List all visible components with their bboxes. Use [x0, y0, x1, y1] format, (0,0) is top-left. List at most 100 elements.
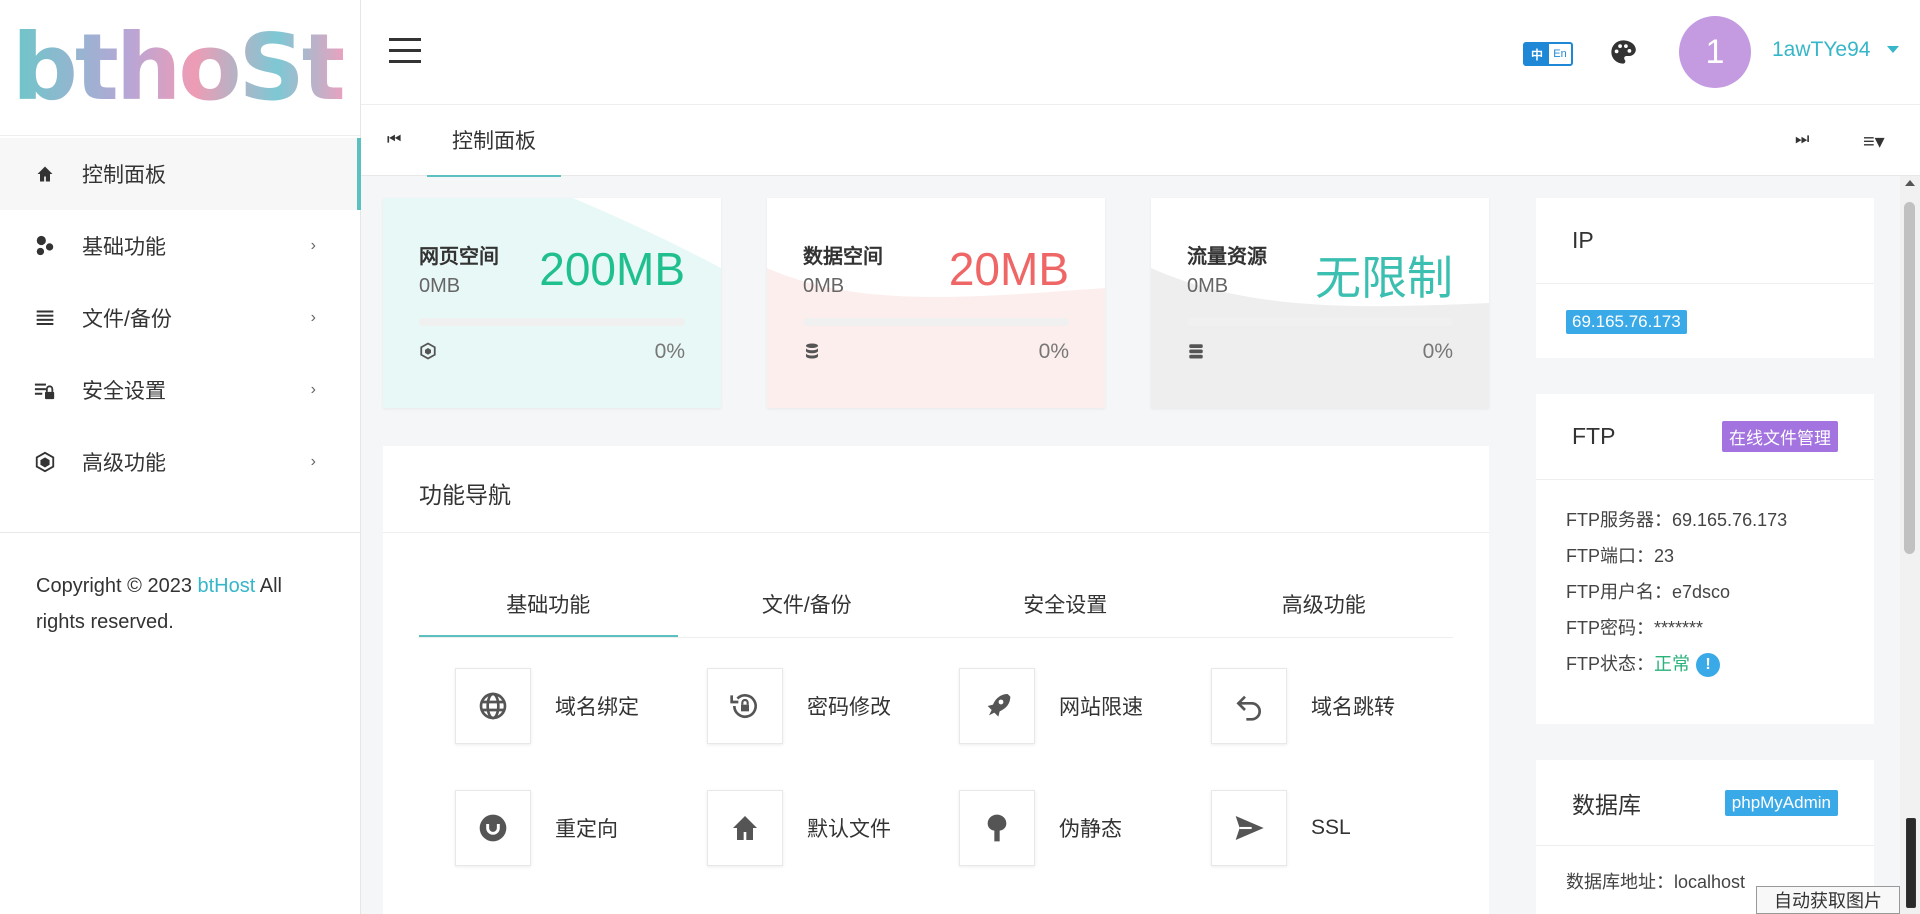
progress-bar	[803, 318, 1069, 326]
lock-reset-icon	[707, 668, 783, 744]
ftp-info: FTP服务器：69.165.76.173 FTP端口：23 FTP用户名：e7d…	[1536, 480, 1874, 704]
sidebar-item-files[interactable]: 文件/备份 ›	[0, 282, 360, 354]
feature-domain-redirect[interactable]: 域名跳转	[1211, 668, 1441, 744]
list-icon	[32, 305, 58, 331]
stat-title: 数据空间	[803, 246, 883, 268]
feature-label: SSL	[1311, 816, 1351, 839]
sidebar-divider	[0, 532, 360, 533]
tree-icon	[959, 790, 1035, 866]
card-title: IP	[1572, 227, 1594, 253]
panel-title: 功能导航	[419, 482, 511, 508]
username[interactable]: 1awTYe94	[1772, 38, 1870, 62]
feature-label: 密码修改	[807, 696, 891, 719]
logo[interactable]: bthoSt	[0, 0, 360, 136]
scroll-up-icon[interactable]	[1905, 180, 1915, 186]
db-addr-label: 数据库地址：	[1566, 872, 1674, 892]
undo-icon	[1211, 668, 1287, 744]
scroll-thumb[interactable]	[1904, 202, 1915, 554]
auto-fetch-image-button[interactable]: 自动获取图片	[1756, 886, 1900, 914]
phpmyadmin-button[interactable]: phpMyAdmin	[1724, 789, 1838, 816]
sidebar-item-security[interactable]: 安全设置 ›	[0, 354, 360, 426]
scrollbar[interactable]	[1900, 176, 1920, 914]
home-icon	[707, 790, 783, 866]
tab-menu-icon[interactable]: ≡▾	[1863, 129, 1885, 154]
feature-domain-binding[interactable]: 域名绑定	[455, 668, 685, 744]
send-icon	[1211, 790, 1287, 866]
feature-rewrite[interactable]: 伪静态	[959, 790, 1189, 866]
copyright: Copyright © 2023 btHost All rights reser…	[36, 568, 326, 640]
language-switch[interactable]: 中 En	[1523, 42, 1573, 66]
top-header: 中 En 1 1awTYe94	[361, 0, 1920, 104]
ftp-status-value: 正常	[1654, 654, 1690, 674]
sidebar-item-advanced[interactable]: 高级功能 ›	[0, 426, 360, 498]
ftp-server-label: FTP服务器：	[1566, 510, 1672, 530]
tab-basic[interactable]: 基础功能	[419, 584, 678, 637]
sidebar-item-label: 基础功能	[82, 236, 166, 259]
feature-speed-limit[interactable]: 网站限速	[959, 668, 1189, 744]
stat-used: 0MB	[803, 275, 845, 297]
feature-password-change[interactable]: 密码修改	[707, 668, 937, 744]
rocket-icon	[959, 668, 1035, 744]
home-icon	[32, 161, 58, 187]
sidebar: bthoSt 控制面板 基础功能 › 文件/备份 › 安全设置 › 高级功能 ›…	[0, 0, 361, 914]
ip-address-tag: 69.165.76.173	[1566, 310, 1687, 334]
sidebar-item-label: 安全设置	[82, 380, 166, 403]
feature-default-file[interactable]: 默认文件	[707, 790, 937, 866]
tab-next-icon[interactable]: ⏭	[1795, 131, 1809, 149]
redirect-icon	[455, 790, 531, 866]
stat-percent: 0%	[1038, 340, 1069, 363]
feature-redirect[interactable]: 重定向	[455, 790, 685, 866]
stat-percent: 0%	[654, 340, 685, 363]
sidebar-item-basic[interactable]: 基础功能 ›	[0, 210, 360, 282]
stat-percent: 0%	[1422, 340, 1453, 363]
sidebar-nav: 控制面板 基础功能 › 文件/备份 › 安全设置 › 高级功能 ›	[0, 136, 361, 498]
palette-icon[interactable]	[1609, 38, 1637, 66]
panel-divider	[383, 532, 1489, 533]
stat-title: 网页空间	[419, 246, 499, 268]
feature-label: 伪静态	[1059, 818, 1122, 841]
stat-card-traffic: 流量资源 0MB 无限制 0%	[1151, 198, 1489, 408]
feature-nav-panel: 功能导航 基础功能 文件/备份 安全设置 高级功能 域名绑定 密码修改 网站限速…	[383, 446, 1489, 914]
caret-down-icon[interactable]	[1887, 46, 1899, 53]
page-tabs-bar: ⏮ 控制面板 ⏭ ≡▾	[361, 104, 1920, 177]
stat-total: 200MB	[539, 243, 685, 295]
ftp-server-value: 69.165.76.173	[1672, 510, 1788, 530]
circles-icon	[32, 233, 58, 259]
ftp-port-value: 23	[1654, 546, 1675, 566]
ftp-status-label: FTP状态：	[1566, 654, 1654, 674]
stat-used: 0MB	[419, 275, 461, 297]
sidebar-item-label: 文件/备份	[82, 308, 172, 331]
chevron-right-icon: ›	[310, 381, 316, 398]
feature-label: 网站限速	[1059, 696, 1143, 719]
ftp-port-label: FTP端口：	[1566, 546, 1654, 566]
ftp-pass-row: FTP密码：*******	[1566, 610, 1844, 646]
ftp-server-row: FTP服务器：69.165.76.173	[1566, 502, 1844, 538]
ftp-card: FTP 在线文件管理 FTP服务器：69.165.76.173 FTP端口：23…	[1536, 394, 1874, 724]
avatar[interactable]: 1	[1679, 16, 1751, 88]
brand-link[interactable]: btHost	[198, 575, 256, 597]
menu-toggle-icon[interactable]	[389, 38, 421, 64]
online-file-manager-button[interactable]: 在线文件管理	[1722, 421, 1838, 452]
tab-security[interactable]: 安全设置	[936, 584, 1195, 637]
lock-settings-icon	[32, 377, 58, 403]
stat-title: 流量资源	[1187, 246, 1267, 268]
stat-used: 0MB	[1187, 275, 1229, 297]
stat-total: 20MB	[948, 243, 1069, 295]
feature-label: 域名跳转	[1311, 696, 1395, 719]
progress-bar	[419, 318, 685, 326]
ftp-pass-label: FTP密码：	[1566, 618, 1654, 638]
chevron-right-icon: ›	[310, 309, 316, 326]
card-header: IP	[1536, 198, 1874, 284]
tab-prev-icon[interactable]: ⏮	[387, 131, 401, 149]
sidebar-item-dashboard[interactable]: 控制面板	[0, 138, 361, 210]
feature-label: 域名绑定	[555, 696, 639, 719]
tab-advanced[interactable]: 高级功能	[1195, 584, 1454, 637]
feature-ssl[interactable]: SSL	[1211, 790, 1441, 866]
tab-dashboard[interactable]: 控制面板	[427, 105, 561, 177]
globe-icon	[455, 668, 531, 744]
tab-files[interactable]: 文件/备份	[678, 584, 937, 637]
info-icon[interactable]: !	[1696, 653, 1720, 678]
level-meter	[1906, 818, 1916, 908]
wave-background	[767, 268, 1105, 408]
database-icon	[803, 342, 821, 360]
